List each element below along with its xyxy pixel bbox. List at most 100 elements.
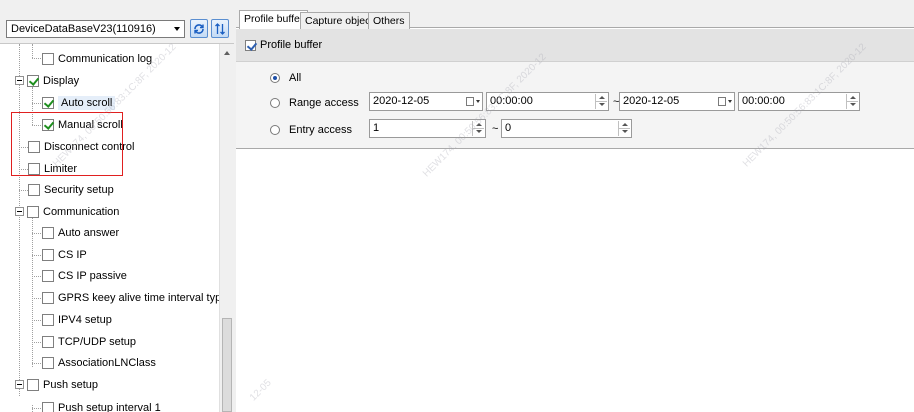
tree-item-checkbox[interactable] — [42, 356, 54, 369]
tab-others[interactable]: Others — [368, 12, 410, 29]
time-spinner-icon[interactable] — [595, 94, 607, 109]
tree-item-label: CS IP — [58, 248, 87, 261]
tree-item-auto-answer[interactable]: Auto answer — [42, 222, 119, 243]
entry-to-value: 0 — [505, 122, 512, 134]
range-start-time[interactable]: 00:00:00 — [486, 92, 609, 111]
tree-item-cs-ip-passive[interactable]: CS IP passive — [42, 265, 127, 286]
entry-from-field[interactable]: 1 — [369, 119, 486, 138]
tree-connector — [32, 342, 41, 343]
tree-item-label: IPV4 setup — [58, 313, 112, 326]
tree-item-label: Push setup interval 1 — [58, 401, 161, 412]
tree-item-checkbox[interactable] — [42, 401, 54, 412]
navigation-pane: DeviceDataBaseV23(110916) Communication … — [0, 0, 234, 412]
radio-label: Entry access — [289, 124, 352, 136]
tree-item-checkbox[interactable] — [42, 248, 54, 261]
tree-item-label: CS IP passive — [58, 269, 127, 282]
tree-item-cs-ip[interactable]: CS IP — [42, 244, 87, 265]
tree-item-communication-log[interactable]: Communication log — [42, 48, 152, 69]
entry-to-field[interactable]: 0 — [501, 119, 632, 138]
time-spinner-icon[interactable] — [846, 94, 858, 109]
tab-capture-object[interactable]: Capture object — [300, 12, 379, 29]
radio-label: Range access — [289, 97, 359, 109]
tree-item-checkbox[interactable] — [28, 183, 40, 196]
tree-connector — [32, 44, 33, 58]
scrollbar-thumb[interactable] — [222, 318, 232, 412]
tab-profile-buffer[interactable]: Profile buffer — [239, 10, 309, 29]
tree-connector — [19, 190, 28, 191]
tree-item-checkbox[interactable] — [42, 313, 54, 326]
radio-button[interactable] — [270, 125, 280, 135]
entry-separator: ~ — [492, 123, 499, 135]
tree-connector — [32, 58, 41, 59]
access-options-panel: All Range access Entry access 2020-12-05… — [236, 62, 914, 149]
refresh-button[interactable] — [190, 19, 208, 38]
scroll-up-icon[interactable] — [224, 51, 230, 55]
tree-item-checkbox[interactable] — [42, 96, 54, 109]
database-toolbar: DeviceDataBaseV23(110916) — [0, 0, 234, 44]
number-spinner-icon[interactable] — [618, 121, 630, 136]
tree-item-label: Display — [43, 74, 80, 87]
tree-item-label: Auto scroll — [58, 95, 116, 110]
tab-label: Profile buffer — [244, 13, 304, 25]
tree-item-communication[interactable]: Communication — [15, 201, 119, 222]
tree-item-checkbox[interactable] — [42, 269, 54, 282]
tree-item-label: TCP/UDP setup — [58, 335, 137, 348]
range-start-time-value: 00:00:00 — [490, 95, 533, 107]
radio-all[interactable]: All — [270, 72, 301, 84]
collapse-icon[interactable] — [15, 76, 24, 85]
tree-item-ipv4-setup[interactable]: IPV4 setup — [42, 309, 112, 330]
sort-button[interactable] — [211, 19, 229, 38]
tree-item-checkbox[interactable] — [42, 226, 54, 239]
range-start-date[interactable]: 2020-12-05 — [369, 92, 483, 111]
radio-label: All — [289, 72, 302, 84]
tree-item-checkbox[interactable] — [27, 378, 39, 391]
range-end-date[interactable]: 2020-12-05 — [619, 92, 735, 111]
tree-item-label: GPRS keey alive time interval type — [58, 291, 219, 304]
profile-buffer-checkbox[interactable] — [245, 39, 256, 51]
chevron-down-icon[interactable] — [174, 27, 180, 31]
tree-item-auto-scroll[interactable]: Auto scroll — [42, 92, 116, 113]
tree-item-association-ln-class[interactable]: AssociationLNClass — [42, 352, 156, 373]
tree-scrollbar[interactable] — [219, 44, 234, 412]
tree-connector — [32, 255, 41, 256]
radio-range-access[interactable]: Range access — [270, 97, 359, 109]
tree-connector — [32, 233, 41, 234]
tab-bar: Profile buffer Capture object Others — [236, 0, 914, 29]
tree-connector — [32, 103, 41, 104]
tree-item-display[interactable]: Display — [15, 70, 79, 91]
profile-buffer-header: Profile buffer — [236, 29, 914, 62]
tree-item-checkbox[interactable] — [27, 74, 39, 87]
calendar-icon[interactable] — [466, 96, 480, 107]
collapse-icon[interactable] — [15, 380, 24, 389]
profile-buffer-grid[interactable] — [236, 149, 914, 412]
tree-item-security-setup[interactable]: Security setup — [28, 179, 114, 200]
radio-button[interactable] — [270, 73, 280, 83]
tree-item-label: AssociationLNClass — [58, 356, 156, 369]
tree-item-gprs-keep-alive[interactable]: GPRS keey alive time interval type — [42, 287, 219, 308]
tree-item-checkbox[interactable] — [42, 335, 54, 348]
tree-item-tcp-udp-setup[interactable]: TCP/UDP setup — [42, 331, 136, 352]
tree-connector — [32, 363, 41, 364]
detail-pane: Profile buffer Capture object Others Pro… — [236, 0, 914, 412]
tree-item-push-setup[interactable]: Push setup — [15, 374, 98, 395]
radio-entry-access[interactable]: Entry access — [270, 124, 352, 136]
tree-connector — [32, 320, 41, 321]
tree-item-push-setup-interval-1[interactable]: Push setup interval 1 — [42, 397, 161, 412]
tree-item-label: Auto answer — [58, 226, 120, 239]
range-end-time-value: 00:00:00 — [742, 95, 785, 107]
tree-item-checkbox[interactable] — [42, 291, 54, 304]
number-spinner-icon[interactable] — [472, 121, 484, 136]
calendar-icon[interactable] — [718, 96, 732, 107]
highlight-box — [11, 112, 123, 176]
range-end-time[interactable]: 00:00:00 — [738, 92, 860, 111]
tree-item-label: Security setup — [44, 183, 114, 196]
collapse-icon[interactable] — [15, 207, 24, 216]
tab-label: Capture object — [305, 15, 374, 27]
tree-item-checkbox[interactable] — [27, 205, 39, 218]
tree-item-label: Communication log — [58, 52, 153, 65]
tree-item-label: Communication — [43, 205, 120, 218]
tree-item-checkbox[interactable] — [42, 52, 54, 65]
tree-connector — [32, 216, 33, 367]
radio-button[interactable] — [270, 98, 280, 108]
database-select[interactable]: DeviceDataBaseV23(110916) — [6, 20, 185, 38]
